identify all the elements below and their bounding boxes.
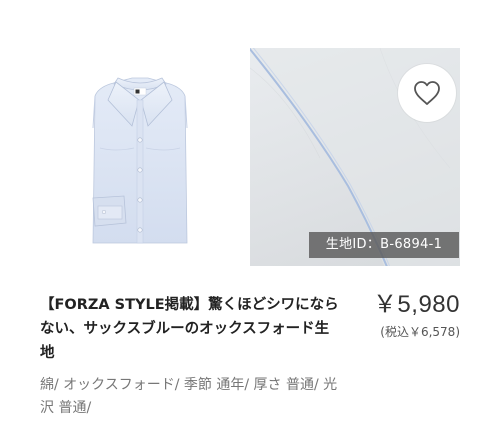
favorite-button[interactable]: [398, 64, 456, 122]
price: ￥5,980: [372, 291, 460, 318]
top-edge-fragment: ⌒: [113, 0, 127, 5]
price-tax-included: (税込￥6,578): [380, 325, 460, 339]
shirt-illustration: [92, 77, 188, 244]
product-title[interactable]: 【FORZA STYLE掲載】驚くほどシワにならない、サックスブルーのオックスフ…: [40, 293, 340, 365]
price-block: ￥5,980 (税込￥6,578): [373, 290, 460, 342]
heart-outline-icon: [414, 81, 440, 105]
shirt-image[interactable]: [40, 48, 240, 248]
fabric-id-badge: 生地ID：B-6894-1: [309, 232, 459, 258]
product-specs: 綿/ オックスフォード/ 季節 通年/ 厚さ 普通/ 光沢 普通/: [40, 377, 338, 416]
product-card[interactable]: ⌒: [0, 0, 500, 445]
